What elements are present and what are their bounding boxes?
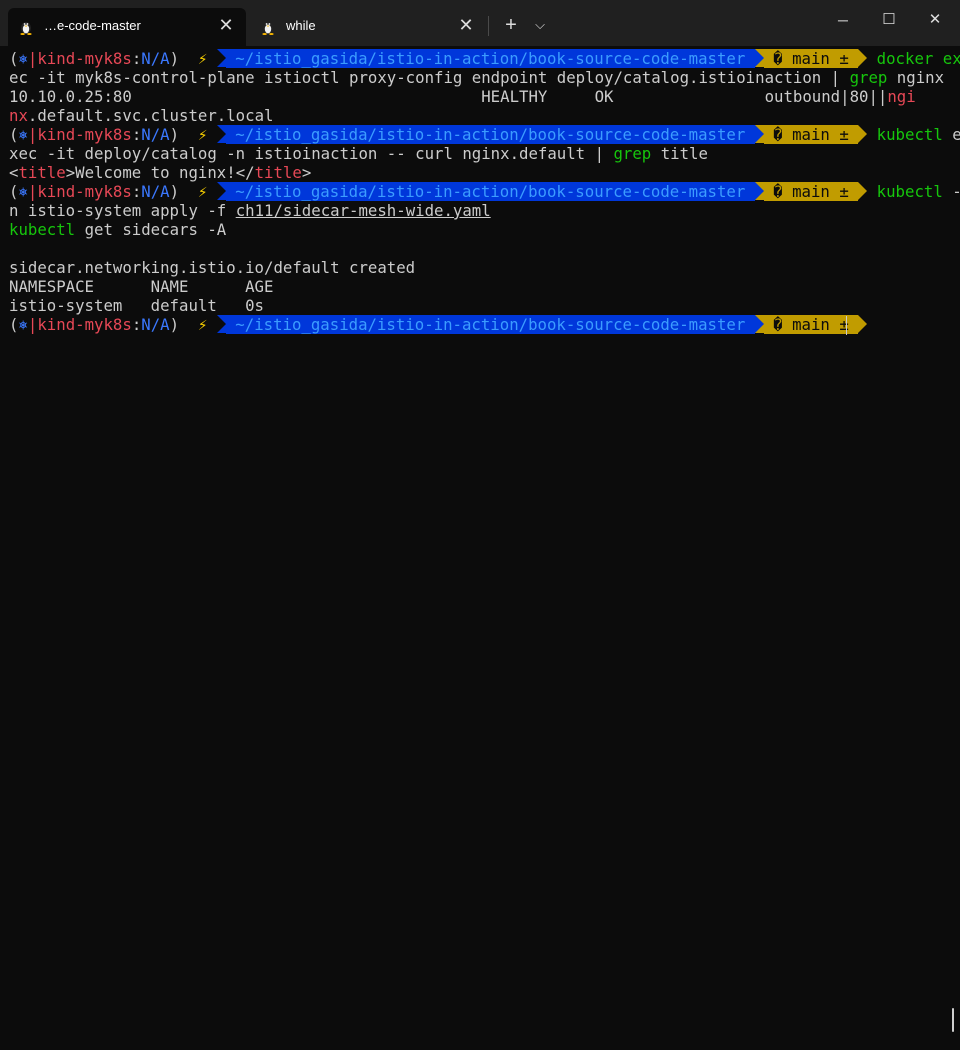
linux-tux-icon <box>20 22 32 35</box>
kubernetes-icon: ⎈ <box>18 315 28 334</box>
prompt-line: (⎈|kind-myk8s:N/A) ⚡ ~/istio_gasida/isti… <box>9 182 960 201</box>
title-bar: …e-code-master ✕ while ✕ + ⌵ ─ ☐ ✕ <box>0 0 960 46</box>
output-line: n istio-system apply -f ch11/sidecar-mes… <box>9 201 491 220</box>
kube-namespace: N/A <box>141 125 170 144</box>
kube-namespace: N/A <box>141 49 170 68</box>
lightning-icon: ⚡ <box>197 315 208 334</box>
kube-context: kind-myk8s <box>37 182 132 201</box>
output-line: <title>Welcome to nginx!</title> <box>9 163 312 182</box>
output-line: xec -it deploy/catalog -n istioinaction … <box>9 144 708 163</box>
linux-tux-icon <box>262 22 274 35</box>
command: kubectl <box>876 125 943 144</box>
lightning-icon: ⚡ <box>197 49 208 68</box>
prompt-path: ~/istio_gasida/istio-in-action/book-sour… <box>225 315 755 334</box>
git-branch: � main ± <box>763 315 859 334</box>
lightning-icon: ⚡ <box>197 125 208 144</box>
terminal-output[interactable]: (⎈|kind-myk8s:N/A) ⚡ ~/istio_gasida/isti… <box>0 46 960 1050</box>
scrollbar-thumb[interactable] <box>952 1008 954 1032</box>
lightning-icon: ⚡ <box>197 182 208 201</box>
minimize-button[interactable]: ─ <box>820 0 866 40</box>
command: kubectl <box>876 182 943 201</box>
prompt-line: (⎈|kind-myk8s:N/A) ⚡ ~/istio_gasida/isti… <box>9 315 868 334</box>
kubernetes-icon: ⎈ <box>18 49 28 68</box>
prompt-line: (⎈|kind-myk8s:N/A) ⚡ ~/istio_gasida/isti… <box>9 125 960 144</box>
tab-separator <box>488 16 489 36</box>
tab-dropdown-button[interactable]: ⌵ <box>527 12 553 38</box>
close-window-button[interactable]: ✕ <box>912 0 958 40</box>
kubernetes-icon: ⎈ <box>18 125 28 144</box>
tab-while[interactable]: while ✕ <box>250 8 486 46</box>
output-line: kubectl get sidecars -A <box>9 220 227 239</box>
tab-e-code-master[interactable]: …e-code-master ✕ <box>8 8 246 46</box>
kube-namespace: N/A <box>141 315 170 334</box>
command: docker ex <box>876 49 960 68</box>
tab-title: while <box>286 18 316 33</box>
output-line: 10.10.0.25:80 HEALTHY OK outbound|80||ng… <box>9 87 916 106</box>
maximize-button[interactable]: ☐ <box>866 0 912 40</box>
git-branch: � main ± <box>763 182 859 201</box>
prompt-line: (⎈|kind-myk8s:N/A) ⚡ ~/istio_gasida/isti… <box>9 49 960 68</box>
output-line: sidecar.networking.istio.io/default crea… <box>9 258 416 277</box>
close-tab-icon[interactable]: ✕ <box>458 16 474 34</box>
output-line: NAMESPACE NAME AGE <box>9 277 274 296</box>
output-line: istio-system default 0s <box>9 296 265 315</box>
new-tab-button[interactable]: + <box>498 12 524 38</box>
prompt-path: ~/istio_gasida/istio-in-action/book-sour… <box>225 182 755 201</box>
text-cursor <box>846 316 847 335</box>
file-path: ch11/sidecar-mesh-wide.yaml <box>235 201 491 220</box>
tab-title: …e-code-master <box>44 18 141 33</box>
kube-namespace: N/A <box>141 182 170 201</box>
git-branch: � main ± <box>763 125 859 144</box>
output-line: nx.default.svc.cluster.local <box>9 106 274 125</box>
kube-context: kind-myk8s <box>37 49 132 68</box>
prompt-path: ~/istio_gasida/istio-in-action/book-sour… <box>225 125 755 144</box>
close-tab-icon[interactable]: ✕ <box>218 16 234 34</box>
kube-context: kind-myk8s <box>37 315 132 334</box>
prompt-path: ~/istio_gasida/istio-in-action/book-sour… <box>225 49 755 68</box>
kubernetes-icon: ⎈ <box>18 182 28 201</box>
output-line: ec -it myk8s-control-plane istioctl prox… <box>9 68 945 87</box>
git-branch: � main ± <box>763 49 859 68</box>
kube-context: kind-myk8s <box>37 125 132 144</box>
